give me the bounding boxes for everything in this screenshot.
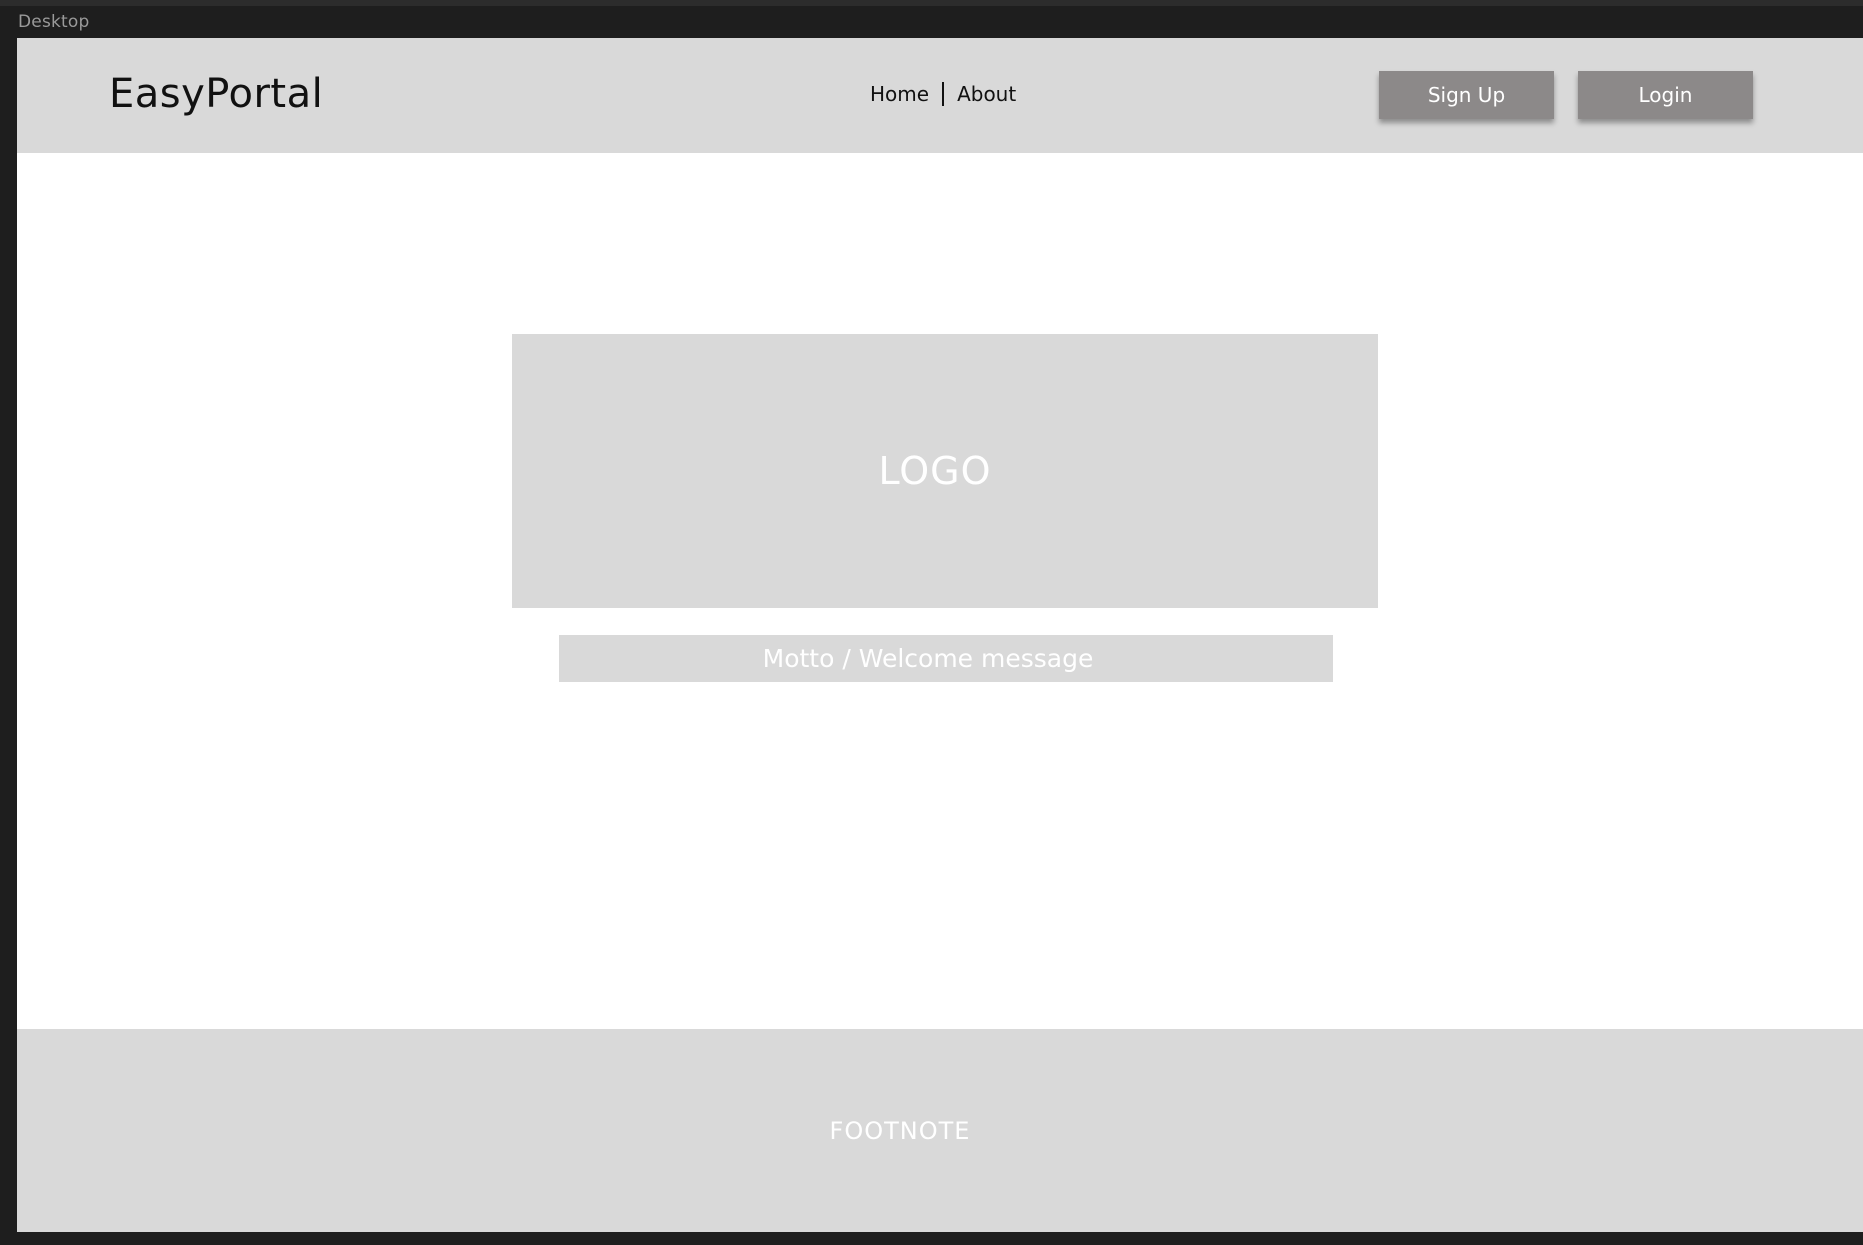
motto-placeholder: Motto / Welcome message bbox=[559, 635, 1333, 682]
footnote-label: FOOTNOTE bbox=[829, 1116, 971, 1145]
main-nav: Home About bbox=[870, 82, 1016, 106]
desktop-frame[interactable]: EasyPortal Home About Sign Up Login LOGO… bbox=[17, 38, 1863, 1232]
nav-link-about[interactable]: About bbox=[957, 82, 1016, 106]
canvas-top-bar bbox=[0, 0, 1863, 6]
nav-link-home[interactable]: Home bbox=[870, 82, 929, 106]
nav-divider bbox=[942, 82, 945, 106]
site-footer: FOOTNOTE bbox=[17, 1029, 1863, 1232]
site-title[interactable]: EasyPortal bbox=[109, 71, 323, 117]
sign-up-button[interactable]: Sign Up bbox=[1379, 71, 1554, 119]
frame-label[interactable]: Desktop bbox=[18, 12, 90, 32]
design-canvas: Desktop EasyPortal Home About Sign Up Lo… bbox=[0, 0, 1863, 1245]
login-button[interactable]: Login bbox=[1578, 71, 1753, 119]
logo-placeholder-label: LOGO bbox=[878, 449, 992, 493]
logo-placeholder: LOGO bbox=[512, 334, 1378, 608]
motto-label: Motto / Welcome message bbox=[762, 644, 1094, 673]
site-header: EasyPortal Home About Sign Up Login bbox=[17, 38, 1863, 153]
